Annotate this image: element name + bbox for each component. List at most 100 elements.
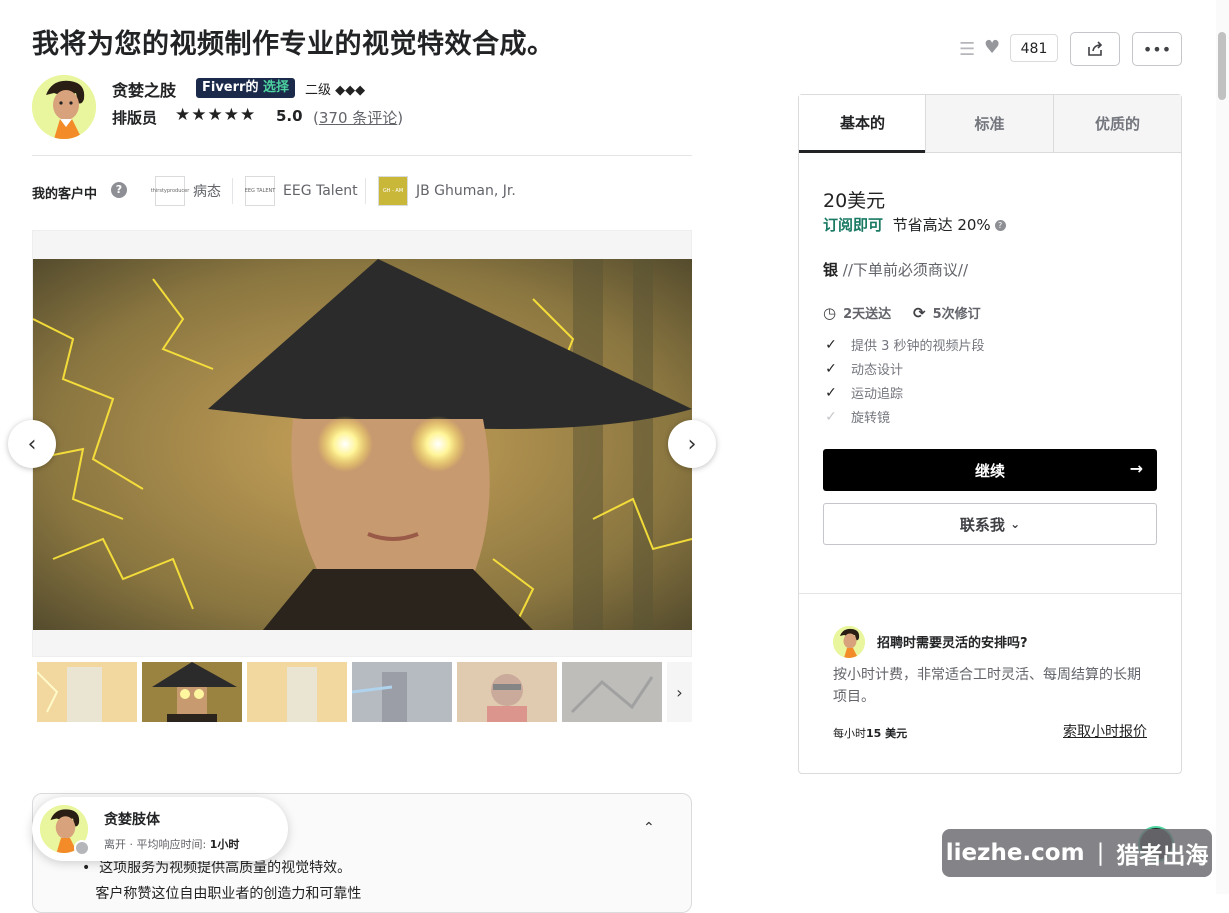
divider	[232, 178, 233, 204]
hourly-description: 按小时计费，非常适合工时灵活、每周结算的长期项目。	[833, 667, 1141, 705]
scrollbar-thumb[interactable]	[1218, 32, 1226, 100]
gallery-thumbnail[interactable]	[562, 662, 662, 722]
hourly-prefix: 每小时	[833, 727, 866, 740]
seller-avatar-illustration	[32, 75, 96, 139]
clock-icon: ◷	[823, 303, 837, 322]
contact-label: 联系我	[959, 515, 1005, 534]
seller-role: 排版员	[112, 109, 158, 127]
feature-label: 动态设计	[851, 363, 904, 378]
gig-title: 我将为您的视频制作专业的视觉特效合成。	[32, 29, 555, 60]
package-price: 20美元	[823, 190, 886, 212]
package-name: 银	[823, 261, 839, 279]
check-icon: ✓	[825, 360, 837, 377]
feature-label: 运动追踪	[851, 387, 904, 402]
about-text: 客户称赞这位自由职业者的创造力和可靠性	[95, 886, 362, 902]
hourly-rate-value: 15 美元	[866, 727, 908, 740]
client-name: EEG Talent	[283, 183, 358, 199]
collection-menu-icon[interactable]: ☰	[959, 39, 975, 60]
client-item[interactable]: thirstyproducer 病态	[151, 176, 221, 206]
reviews-paren-close: )	[397, 109, 404, 127]
client-name: JB Ghuman, Jr.	[416, 183, 516, 199]
feature-item: ✓ 动态设计	[823, 359, 904, 379]
seller-level: 二级 ◆◆◆	[305, 83, 366, 98]
thumbnail-image	[352, 662, 452, 722]
gallery-main-image[interactable]	[33, 259, 692, 630]
seller-avatar[interactable]	[32, 75, 96, 139]
gallery-prev-button[interactable]: ‹	[8, 420, 56, 468]
response-time-label: 平均响应时间:	[136, 838, 207, 851]
gallery-next-button[interactable]: ›	[668, 420, 716, 468]
delivery-time: ◷ 2天送达	[823, 303, 892, 323]
tab-basic[interactable]: 基本的	[799, 95, 926, 153]
about-summary-item: 客户称赞这位自由职业者的创造力和可靠性	[82, 883, 361, 903]
hourly-rate: 每小时15 美元	[833, 725, 907, 741]
gallery-thumbnail-active[interactable]	[142, 662, 242, 722]
seller-avatar-illustration	[833, 626, 865, 658]
chat-away-status: 离开	[104, 838, 126, 851]
tab-premium[interactable]: 优质的	[1054, 95, 1181, 153]
request-hourly-quote-link[interactable]: 索取小时报价	[1063, 721, 1147, 741]
watermark-right: 猎者出海	[1116, 843, 1209, 869]
divider	[32, 155, 692, 156]
continue-button[interactable]: 继续 →	[823, 449, 1157, 491]
reviews-count[interactable]: 370 条评论	[319, 109, 397, 127]
contact-me-button[interactable]: 联系我 ⌄	[823, 503, 1157, 545]
rating-value: 5.0	[276, 107, 303, 125]
like-count: 481	[1010, 34, 1058, 62]
chevron-up-icon[interactable]: ⌃	[643, 820, 655, 836]
client-logo: GH - AM	[378, 176, 408, 206]
clients-label: 我的客户中	[32, 187, 98, 202]
more-options-button[interactable]: •••	[1132, 32, 1182, 66]
tab-standard[interactable]: 标准	[926, 95, 1053, 153]
vfx-preview-image	[33, 259, 692, 630]
watermark-left: liezhe.com	[945, 840, 1085, 866]
thumbnail-image	[562, 662, 662, 722]
savings-text: 节省高达 20%	[892, 216, 991, 234]
hire-avatar	[833, 626, 865, 658]
thumbnails-next-button[interactable]: ›	[667, 662, 692, 722]
info-icon[interactable]: ?	[994, 220, 1006, 231]
share-button[interactable]	[1070, 32, 1120, 66]
client-item[interactable]: EEG TALENT EEG Talent	[245, 176, 358, 206]
watermark-separator: |	[1096, 840, 1105, 866]
more-dots-icon: •••	[1142, 39, 1172, 59]
feature-item: ✓ 提供 3 秒钟的视频片段	[823, 335, 985, 355]
thumbnail-image	[142, 662, 242, 722]
fiverr-choice-badge: Fiverr的 选择	[196, 78, 295, 98]
heart-icon[interactable]: ♥	[984, 37, 1000, 58]
help-icon[interactable]: ?	[111, 182, 127, 198]
feature-label: 提供 3 秒钟的视频片段	[851, 339, 985, 354]
about-text: 这项服务为视频提供高质量的视觉特效。	[99, 860, 352, 876]
chat-seller-name: 贪婪肢体	[104, 812, 160, 828]
gallery-thumbnail[interactable]	[247, 662, 347, 722]
subscribe-link[interactable]: 订阅即可	[823, 216, 883, 234]
seller-name[interactable]: 贪婪之肢	[112, 77, 176, 101]
gallery-thumbnail[interactable]	[37, 662, 137, 722]
chat-status: 离开 · 平均响应时间: 1小时	[104, 838, 240, 851]
feature-item: ✓ 运动追踪	[823, 383, 904, 403]
gallery-thumbnail[interactable]	[457, 662, 557, 722]
chevron-right-icon: ›	[676, 682, 683, 702]
reviews-link[interactable]: (370 条评论)	[313, 107, 403, 128]
check-disabled-icon: ✓	[825, 408, 837, 425]
watermark: liezhe.com | 猎者出海	[942, 829, 1212, 877]
gallery-thumbnail[interactable]	[352, 662, 452, 722]
divider	[365, 178, 366, 204]
divider	[799, 593, 1181, 594]
package-description: 银 //下单前必须商议//	[823, 259, 968, 280]
hourly-title: 招聘时需要灵活的安排吗?	[877, 636, 1028, 651]
thumbnail-image	[457, 662, 557, 722]
delivery-text: 2天送达	[843, 307, 892, 322]
share-icon	[1088, 41, 1103, 56]
client-logo: thirstyproducer	[151, 176, 189, 206]
feature-item: ✓ 旋转镜	[823, 407, 890, 427]
status-dot-icon	[74, 840, 90, 856]
response-time-value: 1小时	[209, 838, 240, 851]
badge-main-text: Fiverr的	[202, 80, 259, 95]
continue-label: 继续	[974, 461, 1005, 480]
revisions: ⟳ 5次修订	[913, 303, 981, 323]
chevron-down-icon: ⌄	[1010, 517, 1021, 531]
scrollbar-track[interactable]	[1216, 0, 1229, 894]
refresh-icon: ⟳	[913, 303, 926, 322]
client-item[interactable]: GH - AM JB Ghuman, Jr.	[378, 176, 516, 206]
